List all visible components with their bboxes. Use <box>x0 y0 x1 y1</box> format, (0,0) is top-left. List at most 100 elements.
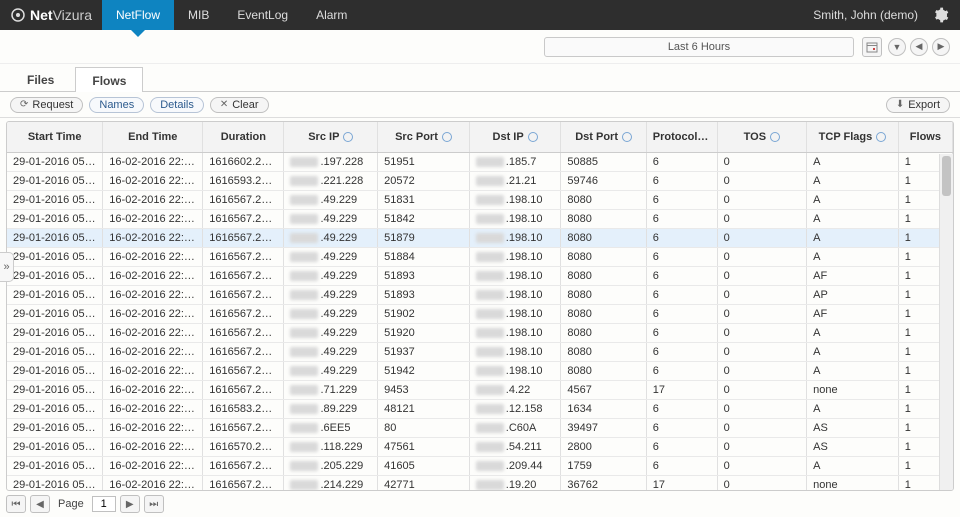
table-row[interactable]: 29-01-2016 05:20:31.0016-02-2016 22:23:1… <box>7 190 953 209</box>
sort-icon <box>876 132 886 142</box>
cell: 1616567.296 sec <box>203 266 284 285</box>
col-dur[interactable]: Duration <box>203 122 284 152</box>
table-row[interactable]: 29-01-2016 05:20:41.0016-02-2016 22:24:0… <box>7 152 953 171</box>
cell: .21.21 <box>469 171 561 190</box>
col-sport[interactable]: Src Port <box>378 122 470 152</box>
topnav-item-netflow[interactable]: NetFlow <box>102 0 174 30</box>
table-scrollbar[interactable] <box>939 154 953 490</box>
topnav-item-mib[interactable]: MIB <box>174 0 223 30</box>
col-tos[interactable]: TOS <box>717 122 807 152</box>
cell: 6 <box>646 209 717 228</box>
time-next-button[interactable]: ▶ <box>932 38 950 56</box>
topnav-item-eventlog[interactable]: EventLog <box>223 0 302 30</box>
export-icon: ⬇ <box>896 99 904 110</box>
export-button[interactable]: ⬇ Export <box>886 97 950 113</box>
cell: 6 <box>646 342 717 361</box>
pager-label: Page <box>58 498 84 510</box>
table-row[interactable]: 29-01-2016 05:20:37.0016-02-2016 22:23:4… <box>7 399 953 418</box>
table-row[interactable]: 29-01-2016 05:20:54.0016-02-2016 22:23:4… <box>7 228 953 247</box>
time-range-select[interactable]: Last 6 Hours <box>544 37 854 57</box>
time-prev-button[interactable]: ◀ <box>910 38 928 56</box>
cell: 0 <box>717 285 807 304</box>
details-button[interactable]: Details <box>150 97 204 113</box>
target-icon <box>10 7 26 23</box>
cell: 6 <box>646 456 717 475</box>
cell: 17 <box>646 475 717 491</box>
cell: .214.229 <box>284 475 378 491</box>
table-row[interactable]: 29-01-2016 05:21:15.0016-02-2016 22:24:0… <box>7 437 953 456</box>
col-start[interactable]: Start Time <box>7 122 103 152</box>
pager-prev-button[interactable]: ◀ <box>30 495 50 513</box>
clear-button[interactable]: ✕ Clear <box>210 97 269 113</box>
cell: .49.229 <box>284 323 378 342</box>
cell: 29-01-2016 05:20:35.00 <box>7 171 103 190</box>
export-label: Export <box>908 99 940 111</box>
cell: .209.44 <box>469 456 561 475</box>
cell: 0 <box>717 380 807 399</box>
col-sip[interactable]: Src IP <box>284 122 378 152</box>
cell: 0 <box>717 361 807 380</box>
cell: 0 <box>717 228 807 247</box>
cell: 16-02-2016 22:23:23.296 <box>103 209 203 228</box>
refresh-icon: ⟳ <box>20 99 28 110</box>
cell: A <box>807 171 899 190</box>
cell: 16-02-2016 22:24:03.296 <box>103 152 203 171</box>
time-down-button[interactable]: ▼ <box>888 38 906 56</box>
col-dport[interactable]: Dst Port <box>561 122 646 152</box>
cell: 0 <box>717 456 807 475</box>
table-row[interactable]: 29-01-2016 05:20:57.0016-02-2016 22:23:4… <box>7 285 953 304</box>
sidebar-expand-handle[interactable]: » <box>0 252 14 282</box>
settings-button[interactable] <box>930 4 952 26</box>
table-row[interactable]: 29-01-2016 05:21:18.0016-02-2016 22:24:0… <box>7 342 953 361</box>
topnav-item-alarm[interactable]: Alarm <box>302 0 361 30</box>
cell: 41605 <box>378 456 470 475</box>
pager-last-button[interactable]: ⏭ <box>144 495 164 513</box>
col-end[interactable]: End Time <box>103 122 203 152</box>
table-row[interactable]: 29-01-2016 05:21:23.0016-02-2016 22:24:1… <box>7 475 953 491</box>
table-row[interactable]: 29-01-2016 05:20:36.0016-02-2016 22:23:2… <box>7 209 953 228</box>
cell: 29-01-2016 05:21:18.00 <box>7 342 103 361</box>
table-row[interactable]: 29-01-2016 05:21:11.0016-02-2016 22:23:5… <box>7 266 953 285</box>
cell: 1616567.296 sec <box>203 323 284 342</box>
request-button[interactable]: ⟳ Request <box>10 97 83 113</box>
cell: 29-01-2016 05:21:23.00 <box>7 475 103 491</box>
cell: 0 <box>717 247 807 266</box>
cell: 0 <box>717 475 807 491</box>
cell: .71.229 <box>284 380 378 399</box>
cell: 1616567.296 sec <box>203 418 284 437</box>
table-row[interactable]: 29-01-2016 05:20:43.0016-02-2016 22:23:3… <box>7 456 953 475</box>
cell: .49.229 <box>284 247 378 266</box>
table-row[interactable]: 29-01-2016 05:21:11.0016-02-2016 22:23:5… <box>7 304 953 323</box>
col-proto[interactable]: Protocol <box>646 122 717 152</box>
pager-next-button[interactable]: ▶ <box>120 495 140 513</box>
table-row[interactable]: 29-01-2016 05:21:10.0016-02-2016 22:23:5… <box>7 323 953 342</box>
flow-table-wrap: Start Time End Time Duration Src IP Src … <box>6 121 954 491</box>
table-row[interactable]: 29-01-2016 05:20:35.0016-02-2016 22:23:4… <box>7 171 953 190</box>
pager-page-input[interactable] <box>92 496 116 512</box>
table-row[interactable]: 29-01-2016 05:21:20.0016-02-2016 22:24:0… <box>7 361 953 380</box>
user-label[interactable]: Smith, John (demo) <box>813 8 918 22</box>
cell: 1616583.296 sec <box>203 399 284 418</box>
cell: 16-02-2016 22:23:48.296 <box>103 171 203 190</box>
cell: .12.158 <box>469 399 561 418</box>
cell: 2800 <box>561 437 646 456</box>
table-row[interactable]: 29-01-2016 05:20:49.0016-02-2016 22:23:3… <box>7 418 953 437</box>
col-flows[interactable]: Flows <box>898 122 952 152</box>
cell: 16-02-2016 22:23:18.296 <box>103 190 203 209</box>
cell: AP <box>807 285 899 304</box>
table-row[interactable]: 29-01-2016 05:20:56.0016-02-2016 22:23:4… <box>7 247 953 266</box>
tab-flows[interactable]: Flows <box>75 67 143 92</box>
col-dip[interactable]: Dst IP <box>469 122 561 152</box>
cell: 1616567.296 sec <box>203 285 284 304</box>
names-button[interactable]: Names <box>89 97 144 113</box>
scroll-thumb[interactable] <box>942 156 951 196</box>
cell: 16-02-2016 22:24:05.296 <box>103 342 203 361</box>
close-icon: ✕ <box>220 99 228 110</box>
calendar-button[interactable] <box>862 37 882 57</box>
cell: A <box>807 152 899 171</box>
cell: .198.10 <box>469 190 561 209</box>
tab-files[interactable]: Files <box>10 66 71 91</box>
table-row[interactable]: 29-01-2016 05:20:42.0016-02-2016 22:23:2… <box>7 380 953 399</box>
col-flags[interactable]: TCP Flags <box>807 122 899 152</box>
pager-first-button[interactable]: ⏮ <box>6 495 26 513</box>
